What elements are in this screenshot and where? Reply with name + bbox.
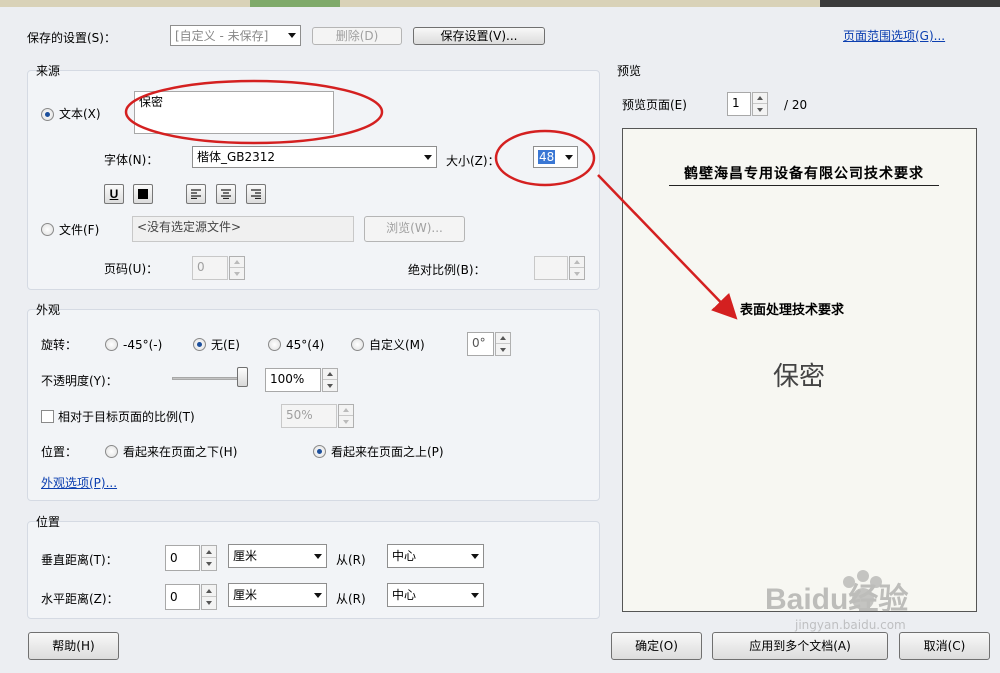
annotation-arrow [597, 174, 738, 320]
annotation-ellipse-size [494, 129, 596, 187]
annotation-overlay [124, 79, 738, 320]
annotation-ellipse-text [124, 79, 384, 145]
